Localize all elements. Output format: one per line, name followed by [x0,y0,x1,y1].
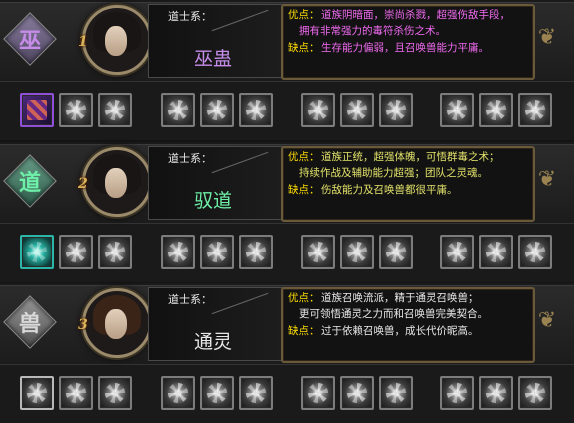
pros-text-1: 道族正统，超强体魄，可悟群毒之术； [321,151,500,163]
class-name: 巫蛊 [193,48,232,70]
tree-spirit-icon[interactable] [440,235,474,269]
pros-label: 优点： [288,9,320,21]
spirit-aura-icon[interactable] [59,235,93,269]
class-name: 通灵 [193,331,232,353]
spirit-aura-icon[interactable] [20,235,54,269]
cons-label: 缺点： [288,325,320,337]
ornament-right: ❦ [537,308,557,333]
cons-label: 缺点： [288,184,320,196]
system-label: 道士系： [168,293,212,306]
ornament-right: ❦ [537,167,557,192]
ring-portal-icon[interactable] [379,376,413,410]
light-burst-icon[interactable] [161,93,195,127]
cons-label: 缺点： [288,42,320,54]
guardian-icon[interactable] [200,376,234,410]
rank-number: 1 [78,34,88,50]
star-burst-icon[interactable] [239,235,273,269]
pros-text-1: 道族召唤流派，精于通灵召唤兽； [321,292,479,304]
beast-summon-icon[interactable] [98,376,132,410]
system-label: 道士系： [168,152,212,165]
class-name: 驭道 [193,190,232,212]
sword-rain-icon[interactable] [379,235,413,269]
rank-number: 3 [78,317,88,333]
class-panel-tongling: 兽 3 道士系： 通灵 优点： 道族召唤流派，精于通灵召唤兽； 更可领悟通灵之力… [0,283,574,423]
skill-row [0,376,574,410]
sword-rain-icon[interactable] [301,235,335,269]
cons-text: 生存能力偏弱，且召唤兽能力平庸。 [321,42,489,54]
stone-skill-icon[interactable] [59,93,93,127]
sun-rune-icon[interactable] [379,93,413,127]
pros-text-2: 持续作战及辅助能力超强；团队之灵魂。 [299,167,488,179]
emblem-glyph: 道 [18,170,41,196]
character-portrait[interactable] [82,147,152,217]
emblem-glyph: 巫 [18,28,41,54]
system-label: 道士系： [168,10,212,23]
pros-label: 优点： [288,151,320,163]
star-burst-icon[interactable] [200,235,234,269]
tree-spirit-icon[interactable] [518,235,552,269]
skill-row [0,93,574,127]
stone-skill-icon[interactable] [98,93,132,127]
cons-text: 过于依赖召唤兽，成长代价昵高。 [321,325,479,337]
muscle-beast-icon[interactable] [479,376,513,410]
character-portrait[interactable] [82,288,152,358]
tree-spirit-icon[interactable] [479,235,513,269]
figure-summon-icon[interactable] [518,93,552,127]
sun-rune-icon[interactable] [340,93,374,127]
star-burst-icon[interactable] [161,235,195,269]
cons-text: 伤敌能力及召唤兽都很平庸。 [321,184,458,196]
figure-summon-icon[interactable] [440,93,474,127]
beast-summon-icon[interactable] [20,376,54,410]
ornament-right: ❦ [537,25,557,50]
class-panel-yudao: 道 2 道士系： 驭道 优点： 道族正统，超强体魄，可悟群毒之术； 持续作战及辅… [0,142,574,282]
muscle-beast-icon[interactable] [518,376,552,410]
ring-portal-icon[interactable] [340,376,374,410]
guardian-icon[interactable] [161,376,195,410]
pros-text-2: 拥有非常强力的毒符杀伤之术。 [299,25,446,37]
figure-summon-icon[interactable] [479,93,513,127]
pros-text-1: 道族阴暗面，崇尚杀戮，超强伤敌手段， [321,9,510,21]
light-burst-icon[interactable] [200,93,234,127]
pros-text-2: 更可领悟通灵之力而和召唤兽完美契合。 [299,308,488,320]
pros-label: 优点： [288,292,320,304]
sword-rain-icon[interactable] [340,235,374,269]
guardian-icon[interactable] [239,376,273,410]
emblem-glyph: 兽 [18,311,41,337]
spirit-aura-icon[interactable] [98,235,132,269]
muscle-beast-icon[interactable] [440,376,474,410]
rank-number: 2 [78,176,88,192]
character-portrait[interactable] [82,5,152,75]
sun-rune-icon[interactable] [301,93,335,127]
ring-portal-icon[interactable] [301,376,335,410]
skill-row [0,235,574,269]
poison-talisman-icon[interactable] [20,93,54,127]
class-panel-wugu: 巫 1 道士系： 巫蛊 优点： 道族阴暗面，崇尚杀戮，超强伤敌手段， 拥有非常强… [0,0,574,140]
light-burst-icon[interactable] [239,93,273,127]
beast-summon-icon[interactable] [59,376,93,410]
